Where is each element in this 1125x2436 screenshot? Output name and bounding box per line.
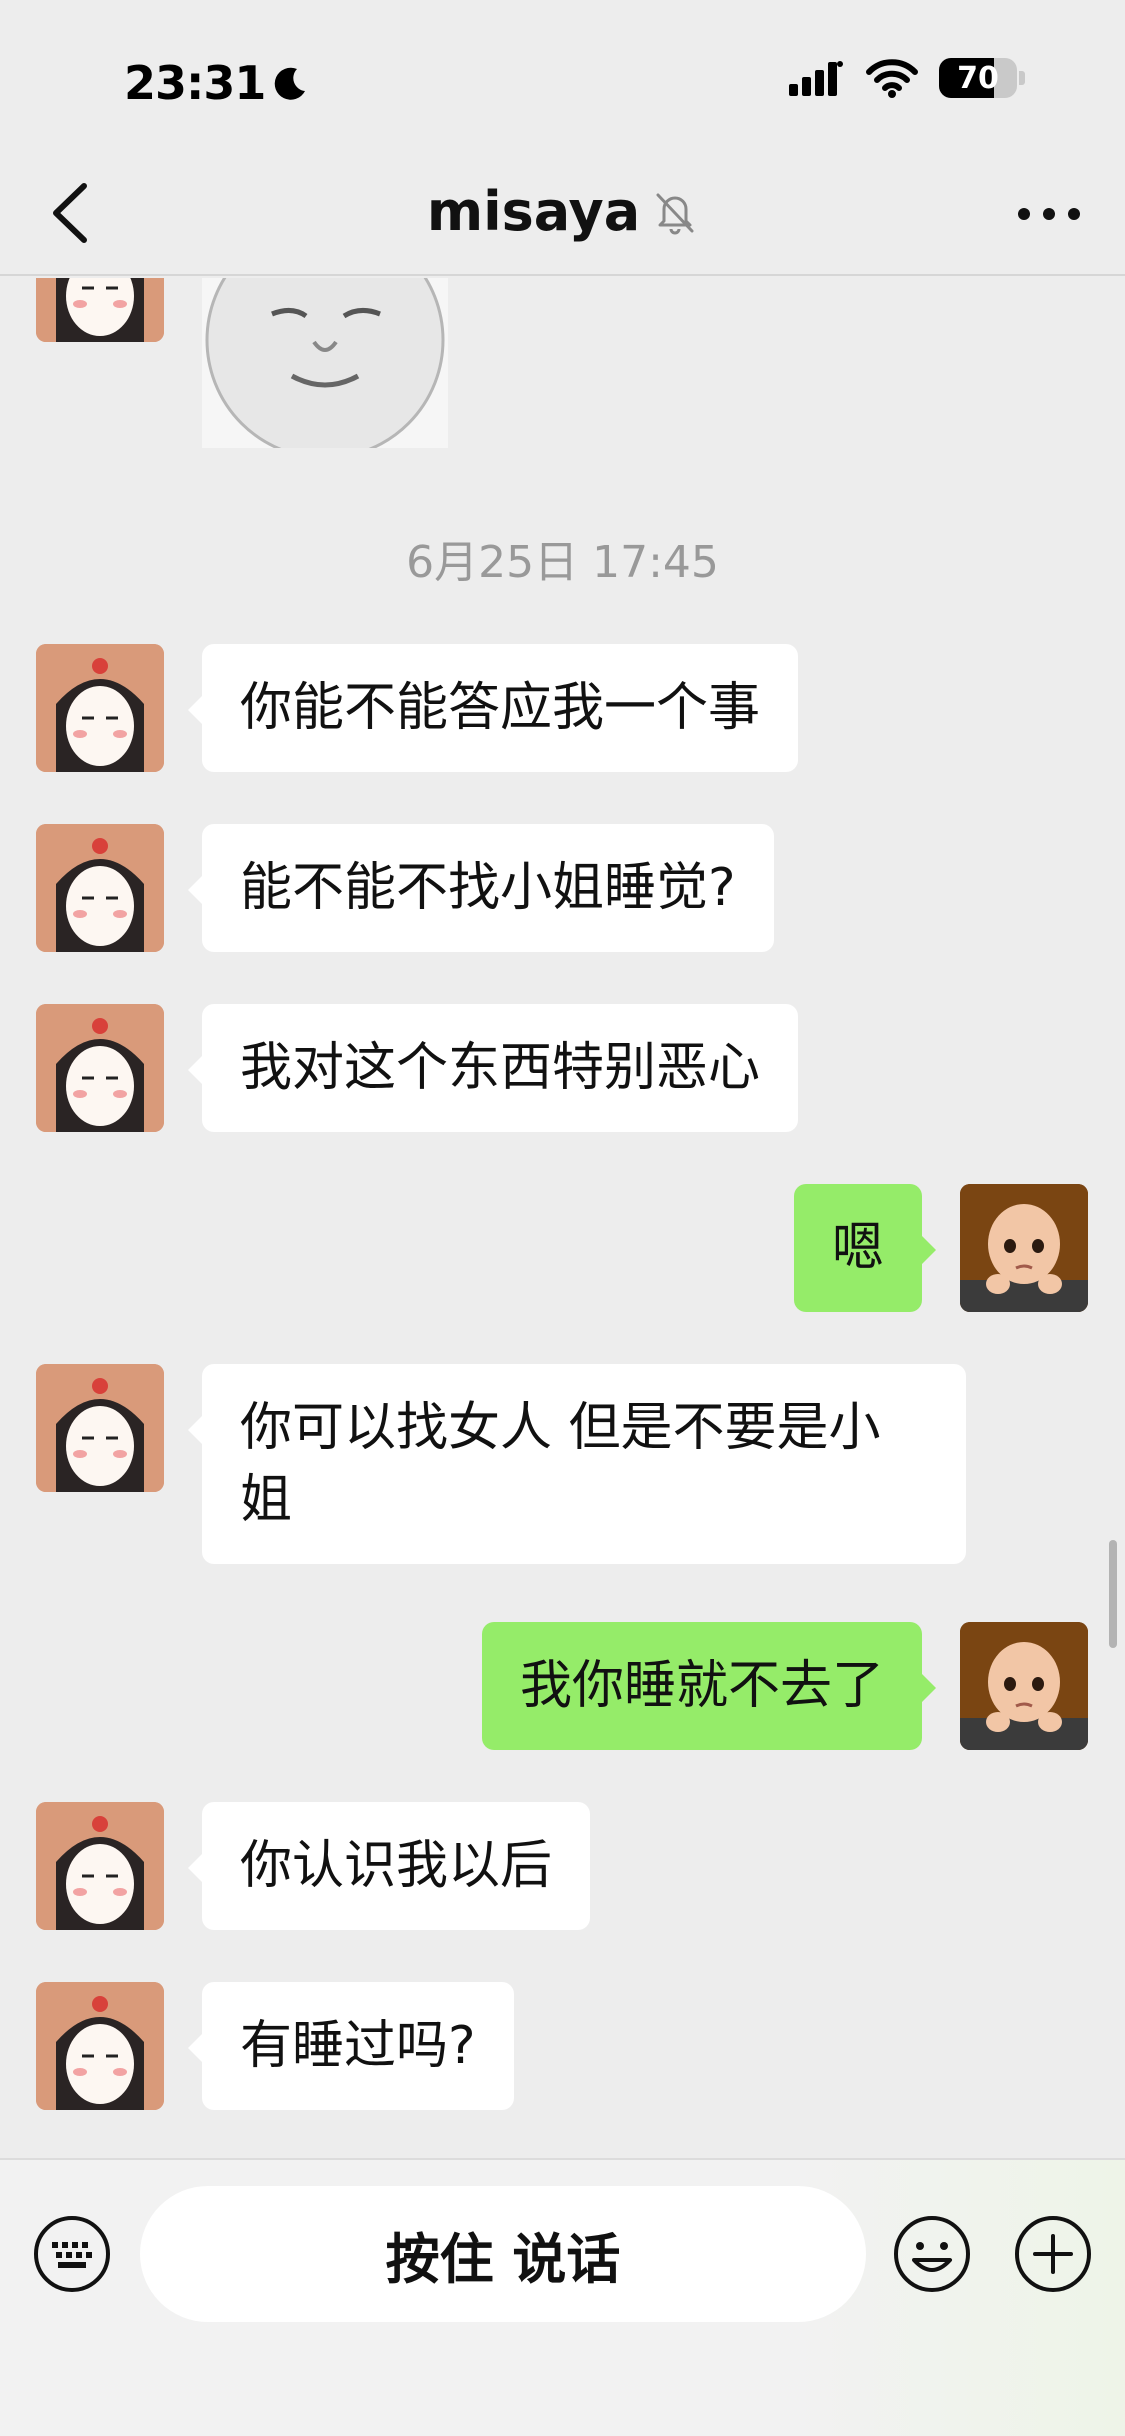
self-message-bubble[interactable]: 我你睡就不去了 bbox=[481, 1622, 937, 1750]
status-icons: 70 bbox=[787, 58, 1025, 98]
chat-area[interactable]: 6月25日 17:45 你能不能答应我一个事 能不能不找小姐睡觉? 我对这个东西… bbox=[0, 278, 1125, 2158]
moon-icon bbox=[275, 67, 306, 100]
battery-cap bbox=[1019, 71, 1025, 85]
status-bar: 23:31 70 bbox=[0, 0, 1125, 150]
peer-avatar[interactable] bbox=[36, 1982, 164, 2110]
peer-message-bubble[interactable]: 能不能不找小姐睡觉? bbox=[188, 824, 774, 952]
scrollbar[interactable] bbox=[1109, 1540, 1117, 1648]
self-avatar-image bbox=[960, 1184, 1088, 1312]
plus-icon bbox=[1015, 2216, 1091, 2292]
peer-avatar-image bbox=[36, 1004, 164, 1132]
peer-avatar[interactable] bbox=[36, 1364, 164, 1492]
peer-message-bubble[interactable]: 你可以找女人 但是不要是小姐 bbox=[188, 1364, 966, 1564]
peer-message-bubble[interactable]: 你能不能答应我一个事 bbox=[187, 644, 799, 772]
peer-avatar-image bbox=[36, 278, 164, 342]
peer-avatar[interactable] bbox=[36, 1004, 164, 1132]
emoji-icon bbox=[894, 2216, 970, 2292]
message-timestamp: 6月25日 17:45 bbox=[406, 537, 719, 588]
chat-title-wrap: misaya bbox=[0, 180, 1125, 243]
peer-avatar[interactable] bbox=[36, 1802, 164, 1930]
peer-avatar-image bbox=[36, 1982, 164, 2110]
peer-avatar[interactable] bbox=[36, 824, 164, 952]
keyboard-icon bbox=[34, 2216, 110, 2292]
keyboard-toggle-button[interactable] bbox=[32, 2214, 112, 2294]
peer-message-bubble[interactable]: 有睡过吗? bbox=[188, 1982, 514, 2110]
ellipsis-icon bbox=[1018, 208, 1080, 220]
chat-header: misaya bbox=[0, 150, 1125, 276]
battery-icon: 70 bbox=[939, 58, 1017, 98]
peer-avatar-image bbox=[36, 1364, 164, 1492]
self-avatar-image bbox=[960, 1622, 1088, 1750]
hold-to-talk-button[interactable]: 按住 说话 bbox=[140, 2186, 866, 2322]
signal-icon bbox=[789, 61, 843, 96]
peer-message-bubble[interactable]: 我对这个东西特别恶心 bbox=[187, 1004, 799, 1132]
emoji-button[interactable] bbox=[892, 2214, 972, 2294]
battery-percent: 70 bbox=[957, 60, 999, 96]
peer-avatar-image bbox=[36, 644, 164, 772]
sticker-image[interactable] bbox=[202, 278, 448, 448]
peer-avatar-image bbox=[36, 824, 164, 952]
peer-avatar-image bbox=[36, 1802, 164, 1930]
self-avatar[interactable] bbox=[960, 1622, 1088, 1750]
plus-button[interactable] bbox=[1013, 2214, 1093, 2294]
chat-title: misaya bbox=[426, 180, 641, 243]
time-text: 23:31 bbox=[124, 56, 266, 110]
meme-face-sticker bbox=[202, 278, 448, 448]
peer-avatar[interactable] bbox=[36, 644, 164, 772]
input-bar: 按住 说话 bbox=[0, 2158, 1125, 2436]
self-message-bubble[interactable]: 嗯 bbox=[793, 1184, 937, 1312]
peer-message-bubble[interactable]: 你认识我以后 bbox=[187, 1802, 591, 1930]
more-button[interactable] bbox=[1009, 184, 1089, 244]
self-avatar[interactable] bbox=[960, 1184, 1088, 1312]
peer-avatar[interactable] bbox=[36, 278, 164, 342]
status-time: 23:31 bbox=[124, 56, 311, 110]
bell-slash-icon bbox=[656, 193, 694, 234]
wifi-icon bbox=[866, 59, 918, 98]
